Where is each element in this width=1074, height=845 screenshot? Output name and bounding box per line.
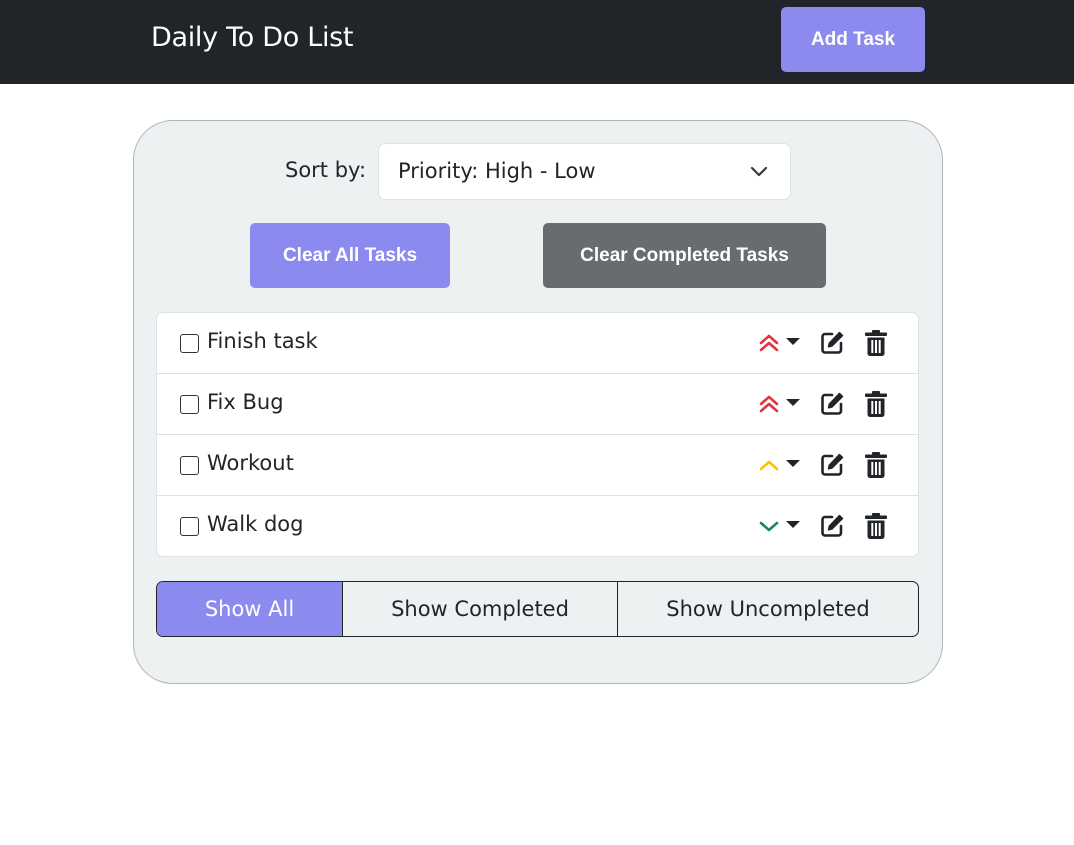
sort-selected-value: Priority: High - Low (398, 159, 596, 183)
caret-down-icon[interactable] (785, 337, 801, 347)
task-checkbox[interactable] (180, 334, 199, 353)
task-name: Finish task (207, 329, 318, 353)
task-name: Workout (207, 451, 294, 475)
filter-show-uncompleted-button[interactable]: Show Uncompleted (618, 582, 918, 636)
trash-icon[interactable] (864, 329, 888, 357)
sort-label: Sort by: (285, 158, 367, 182)
edit-icon[interactable] (819, 330, 845, 356)
edit-icon[interactable] (819, 391, 845, 417)
trash-icon[interactable] (864, 512, 888, 540)
task-row: Finish task (157, 313, 918, 374)
task-name: Walk dog (207, 512, 304, 536)
add-task-button[interactable]: Add Task (781, 7, 925, 72)
task-checkbox[interactable] (180, 517, 199, 536)
task-checkbox[interactable] (180, 456, 199, 475)
trash-icon[interactable] (864, 451, 888, 479)
task-name: Fix Bug (207, 390, 284, 414)
priority-high-icon (759, 395, 779, 413)
caret-down-icon[interactable] (785, 459, 801, 469)
caret-down-icon[interactable] (785, 398, 801, 408)
filter-button-group: Show All Show Completed Show Uncompleted (156, 581, 919, 637)
task-row: Fix Bug (157, 374, 918, 435)
clear-completed-tasks-button[interactable]: Clear Completed Tasks (543, 223, 826, 288)
filter-show-completed-button[interactable]: Show Completed (343, 582, 618, 636)
clear-all-tasks-button[interactable]: Clear All Tasks (250, 223, 450, 288)
trash-icon[interactable] (864, 390, 888, 418)
task-row: Walk dog (157, 496, 918, 556)
edit-icon[interactable] (819, 513, 845, 539)
todo-card: Sort by: Priority: High - Low Clear All … (133, 120, 943, 684)
caret-down-icon[interactable] (785, 520, 801, 530)
task-row: Workout (157, 435, 918, 496)
edit-icon[interactable] (819, 452, 845, 478)
filter-show-all-button[interactable]: Show All (157, 582, 343, 636)
priority-high-icon (759, 334, 779, 352)
task-list: Finish task Fix Bug Workout Walk dog (156, 312, 919, 557)
sort-select[interactable]: Priority: High - Low (378, 143, 791, 200)
priority-medium-icon (759, 460, 779, 471)
task-checkbox[interactable] (180, 395, 199, 414)
app-title: Daily To Do List (151, 22, 354, 53)
navbar: Daily To Do List Add Task (0, 0, 1074, 84)
priority-low-icon (759, 521, 779, 532)
chevron-down-icon (750, 166, 768, 177)
